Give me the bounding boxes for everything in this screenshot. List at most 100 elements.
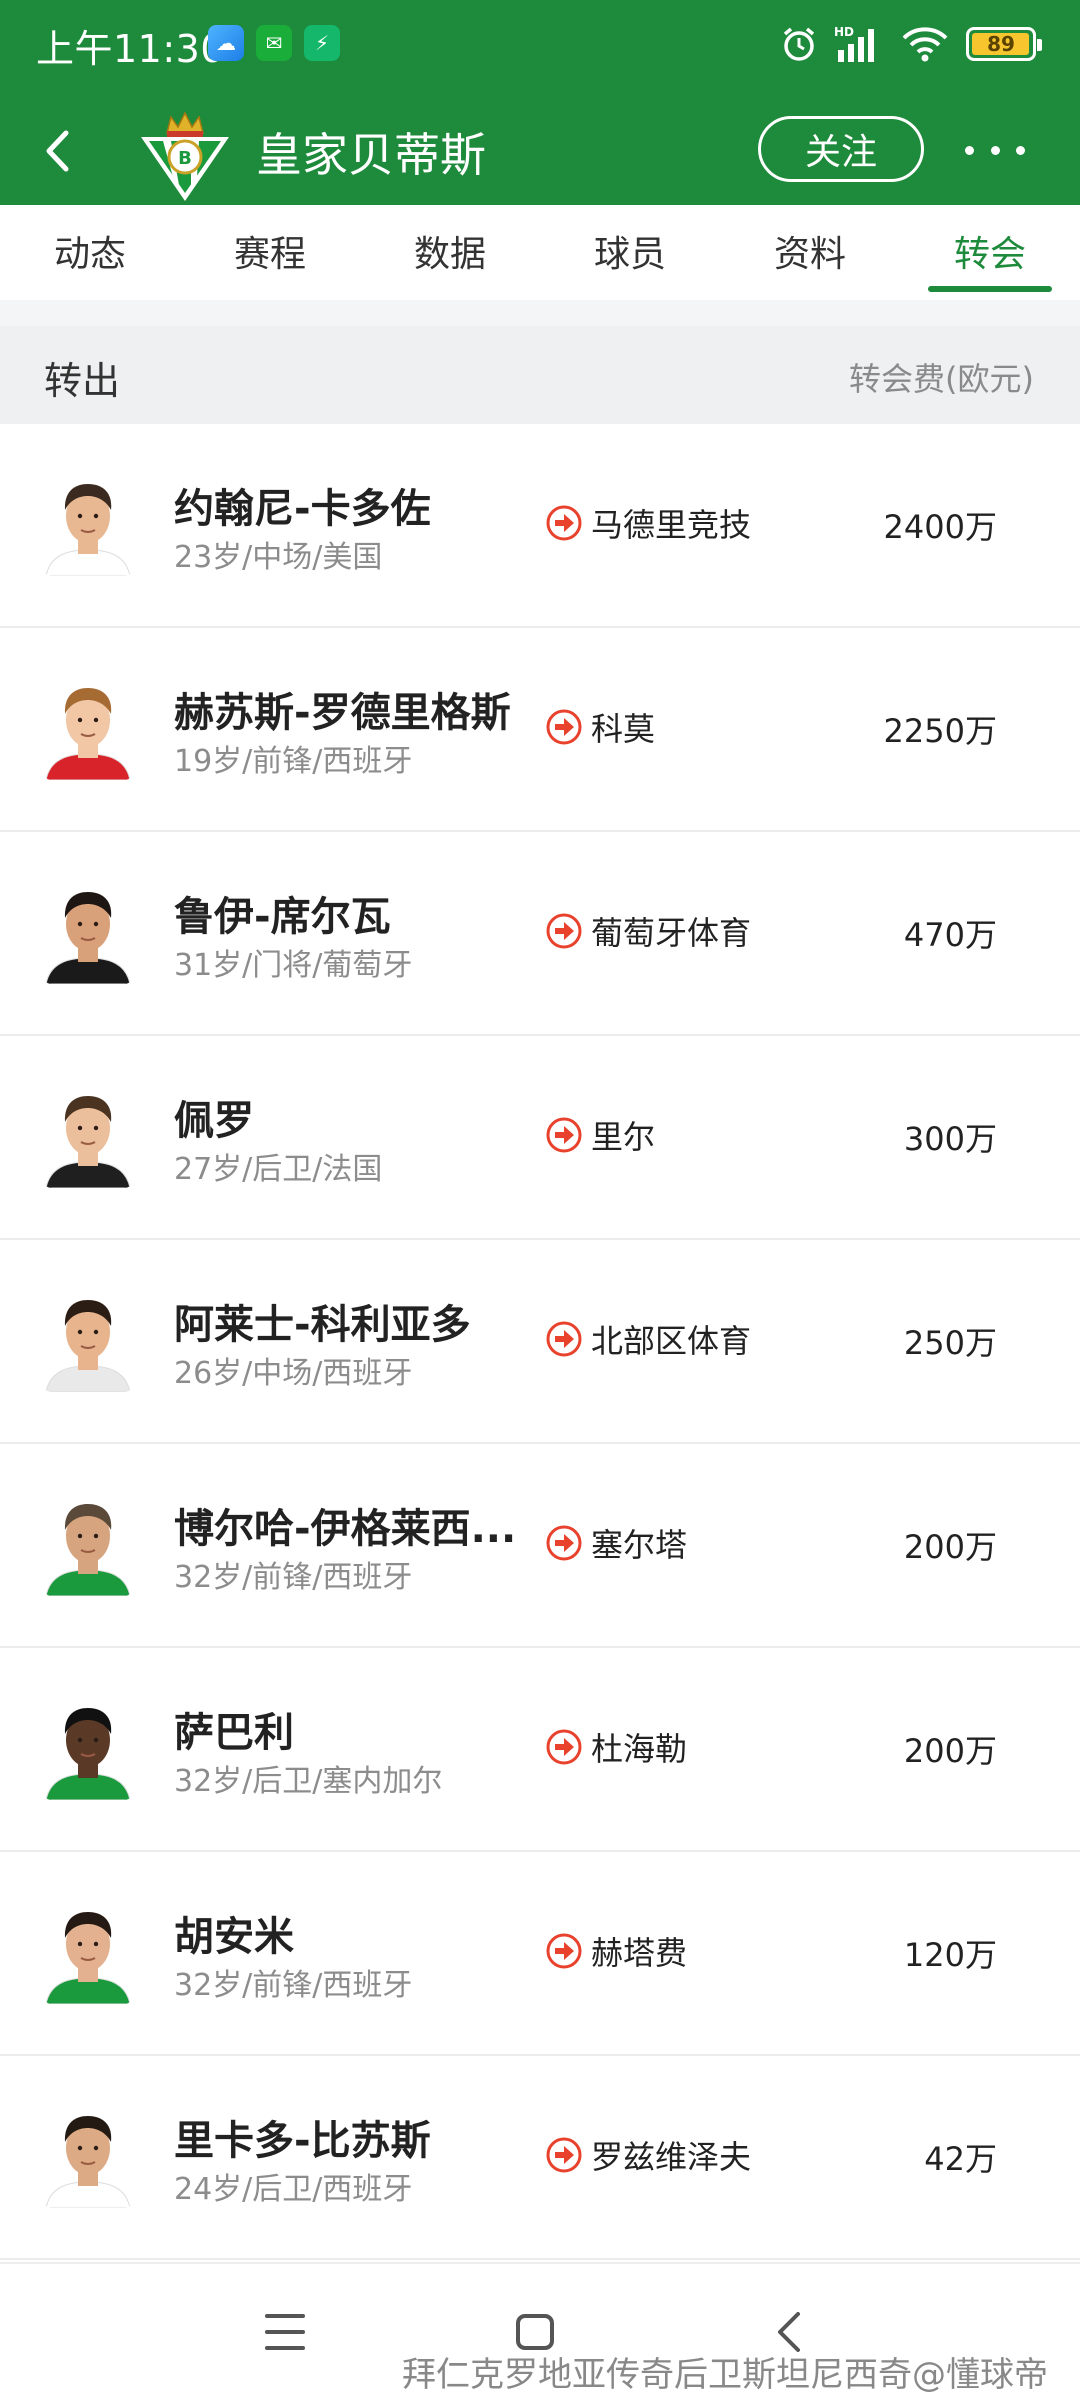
player-meta: 31岁/门将/葡萄牙 (174, 948, 413, 983)
transfer-row[interactable]: 萨巴利 32岁/后卫/塞内加尔 杜海勒 200万 (0, 1648, 1080, 1852)
destination-club: 葡萄牙体育 (545, 908, 751, 954)
destination-club: 马德里竞技 (545, 500, 751, 546)
club-name: 罗兹维泽夫 (591, 2138, 752, 2176)
transfer-out-arrow-icon (546, 505, 582, 541)
player-meta: 26岁/中场/西班牙 (174, 1356, 413, 1391)
transfer-out-arrow-icon (546, 1321, 582, 1357)
transfer-fee: 200万 (903, 1732, 997, 1770)
player-name: 约翰尼-卡多佐 (174, 486, 431, 532)
club-name: 马德里竞技 (591, 506, 752, 544)
svg-text:B: B (178, 148, 192, 169)
player-avatar (42, 1288, 134, 1392)
section-title: 转出 (44, 359, 121, 403)
tab-players[interactable]: 球员 (540, 205, 720, 300)
tab-stats[interactable]: 数据 (360, 205, 540, 300)
svg-text:HD: HD (834, 25, 854, 39)
club-name: 葡萄牙体育 (591, 914, 752, 952)
destination-club: 科莫 (545, 704, 655, 750)
player-avatar (42, 1900, 134, 2004)
player-name: 鲁伊-席尔瓦 (174, 894, 391, 940)
player-avatar (42, 472, 134, 576)
transfer-row[interactable]: 阿莱士-科利亚多 26岁/中场/西班牙 北部区体育 250万 (0, 1240, 1080, 1444)
chevron-left-icon (46, 130, 69, 172)
player-name: 萨巴利 (174, 1710, 294, 1756)
player-name: 博尔哈-伊格莱西... (174, 1506, 517, 1552)
player-meta: 23岁/中场/美国 (174, 540, 383, 575)
system-icons: HD 89 (780, 22, 1042, 66)
tab-schedule[interactable]: 赛程 (180, 205, 360, 300)
weather-app-icon: ☁ (208, 25, 244, 61)
transfer-row[interactable]: 佩罗 27岁/后卫/法国 里尔 300万 (0, 1036, 1080, 1240)
destination-club: 北部区体育 (545, 1316, 751, 1362)
transfer-out-arrow-icon (546, 1729, 582, 1765)
player-avatar (42, 1696, 134, 1800)
section-header: 转出 转会费(欧元) (0, 326, 1080, 424)
transfer-row[interactable]: 鲁伊-席尔瓦 31岁/门将/葡萄牙 葡萄牙体育 470万 (0, 832, 1080, 1036)
transfer-out-arrow-icon (546, 709, 582, 745)
club-name: 北部区体育 (591, 1322, 752, 1360)
destination-club: 杜海勒 (545, 1724, 687, 1770)
player-meta: 32岁/前锋/西班牙 (174, 1560, 413, 1595)
status-time: 上午11:30 (36, 27, 226, 71)
system-nav-bar: 拜仁克罗地亚传奇后卫斯坦尼西奇@懂球帝 (0, 2262, 1080, 2400)
back-button[interactable] (44, 121, 88, 181)
transfer-fee: 42万 (924, 2140, 997, 2178)
transfer-out-arrow-icon (546, 1933, 582, 1969)
transfer-fee: 2250万 (883, 712, 997, 750)
wifi-icon (900, 24, 950, 64)
home-icon[interactable] (516, 2314, 554, 2350)
club-name: 赫塔费 (591, 1934, 688, 1972)
security-app-icon: ⚡ (304, 25, 340, 61)
transfer-row[interactable]: 博尔哈-伊格莱西... 32岁/前锋/西班牙 塞尔塔 200万 (0, 1444, 1080, 1648)
battery-level: 89 (987, 32, 1015, 56)
destination-club: 罗兹维泽夫 (545, 2132, 751, 2178)
transfer-out-arrow-icon (546, 2137, 582, 2173)
watermark-text: 拜仁克罗地亚传奇后卫斯坦尼西奇@懂球帝 (402, 2355, 1048, 2395)
club-name: 科莫 (591, 710, 656, 748)
follow-button[interactable]: 关注 (758, 116, 924, 182)
player-name: 里卡多-比苏斯 (174, 2118, 431, 2164)
tab-bar: 动态 赛程 数据 球员 资料 转会 (0, 205, 1080, 300)
transfer-fee: 300万 (903, 1120, 997, 1158)
divider (0, 300, 1080, 326)
player-name: 赫苏斯-罗德里格斯 (174, 690, 511, 736)
tab-transfers[interactable]: 转会 (900, 205, 1080, 300)
player-name: 胡安米 (174, 1914, 294, 1960)
transfer-row[interactable]: 胡安米 32岁/前锋/西班牙 赫塔费 120万 (0, 1852, 1080, 2056)
wechat-app-icon: ✉ (256, 25, 292, 61)
transfer-row[interactable]: 赫苏斯-罗德里格斯 19岁/前锋/西班牙 科莫 2250万 (0, 628, 1080, 832)
player-meta: 24岁/后卫/西班牙 (174, 2172, 413, 2207)
team-name: 皇家贝蒂斯 (256, 128, 486, 182)
transfer-fee: 120万 (903, 1936, 997, 1974)
destination-club: 赫塔费 (545, 1928, 687, 1974)
status-bar: 上午11:30 ☁ ✉ ⚡ HD 89 (0, 0, 1080, 88)
destination-club: 里尔 (545, 1112, 655, 1158)
player-name: 佩罗 (174, 1098, 254, 1144)
player-avatar (42, 2104, 134, 2208)
transfer-row[interactable]: 里卡多-比苏斯 24岁/后卫/西班牙 罗兹维泽夫 42万 (0, 2056, 1080, 2260)
more-options-icon[interactable] (965, 125, 1025, 175)
app-screen: 上午11:30 ☁ ✉ ⚡ HD 89 B 皇家贝蒂斯 关注 动态 赛程 数据 … (0, 0, 1080, 2400)
club-name: 塞尔塔 (591, 1526, 688, 1564)
player-meta: 27岁/后卫/法国 (174, 1152, 383, 1187)
player-avatar (42, 1084, 134, 1188)
player-meta: 19岁/前锋/西班牙 (174, 744, 413, 779)
player-meta: 32岁/后卫/塞内加尔 (174, 1764, 443, 1799)
battery-icon: 89 (966, 27, 1042, 61)
transfer-row[interactable]: 约翰尼-卡多佐 23岁/中场/美国 马德里竞技 2400万 (0, 424, 1080, 628)
signal-hd-icon: HD (834, 24, 884, 64)
player-avatar (42, 880, 134, 984)
tab-news[interactable]: 动态 (0, 205, 180, 300)
player-meta: 32岁/前锋/西班牙 (174, 1968, 413, 2003)
transfer-fee: 200万 (903, 1528, 997, 1566)
transfer-fee: 2400万 (883, 508, 997, 546)
player-avatar (42, 676, 134, 780)
tab-profile[interactable]: 资料 (720, 205, 900, 300)
transfer-fee: 250万 (903, 1324, 997, 1362)
club-name: 杜海勒 (591, 1730, 688, 1768)
recent-apps-icon[interactable] (265, 2314, 305, 2350)
destination-club: 塞尔塔 (545, 1520, 687, 1566)
team-header: B 皇家贝蒂斯 关注 (0, 95, 1080, 205)
player-avatar (42, 1492, 134, 1596)
transfer-out-arrow-icon (546, 1117, 582, 1153)
